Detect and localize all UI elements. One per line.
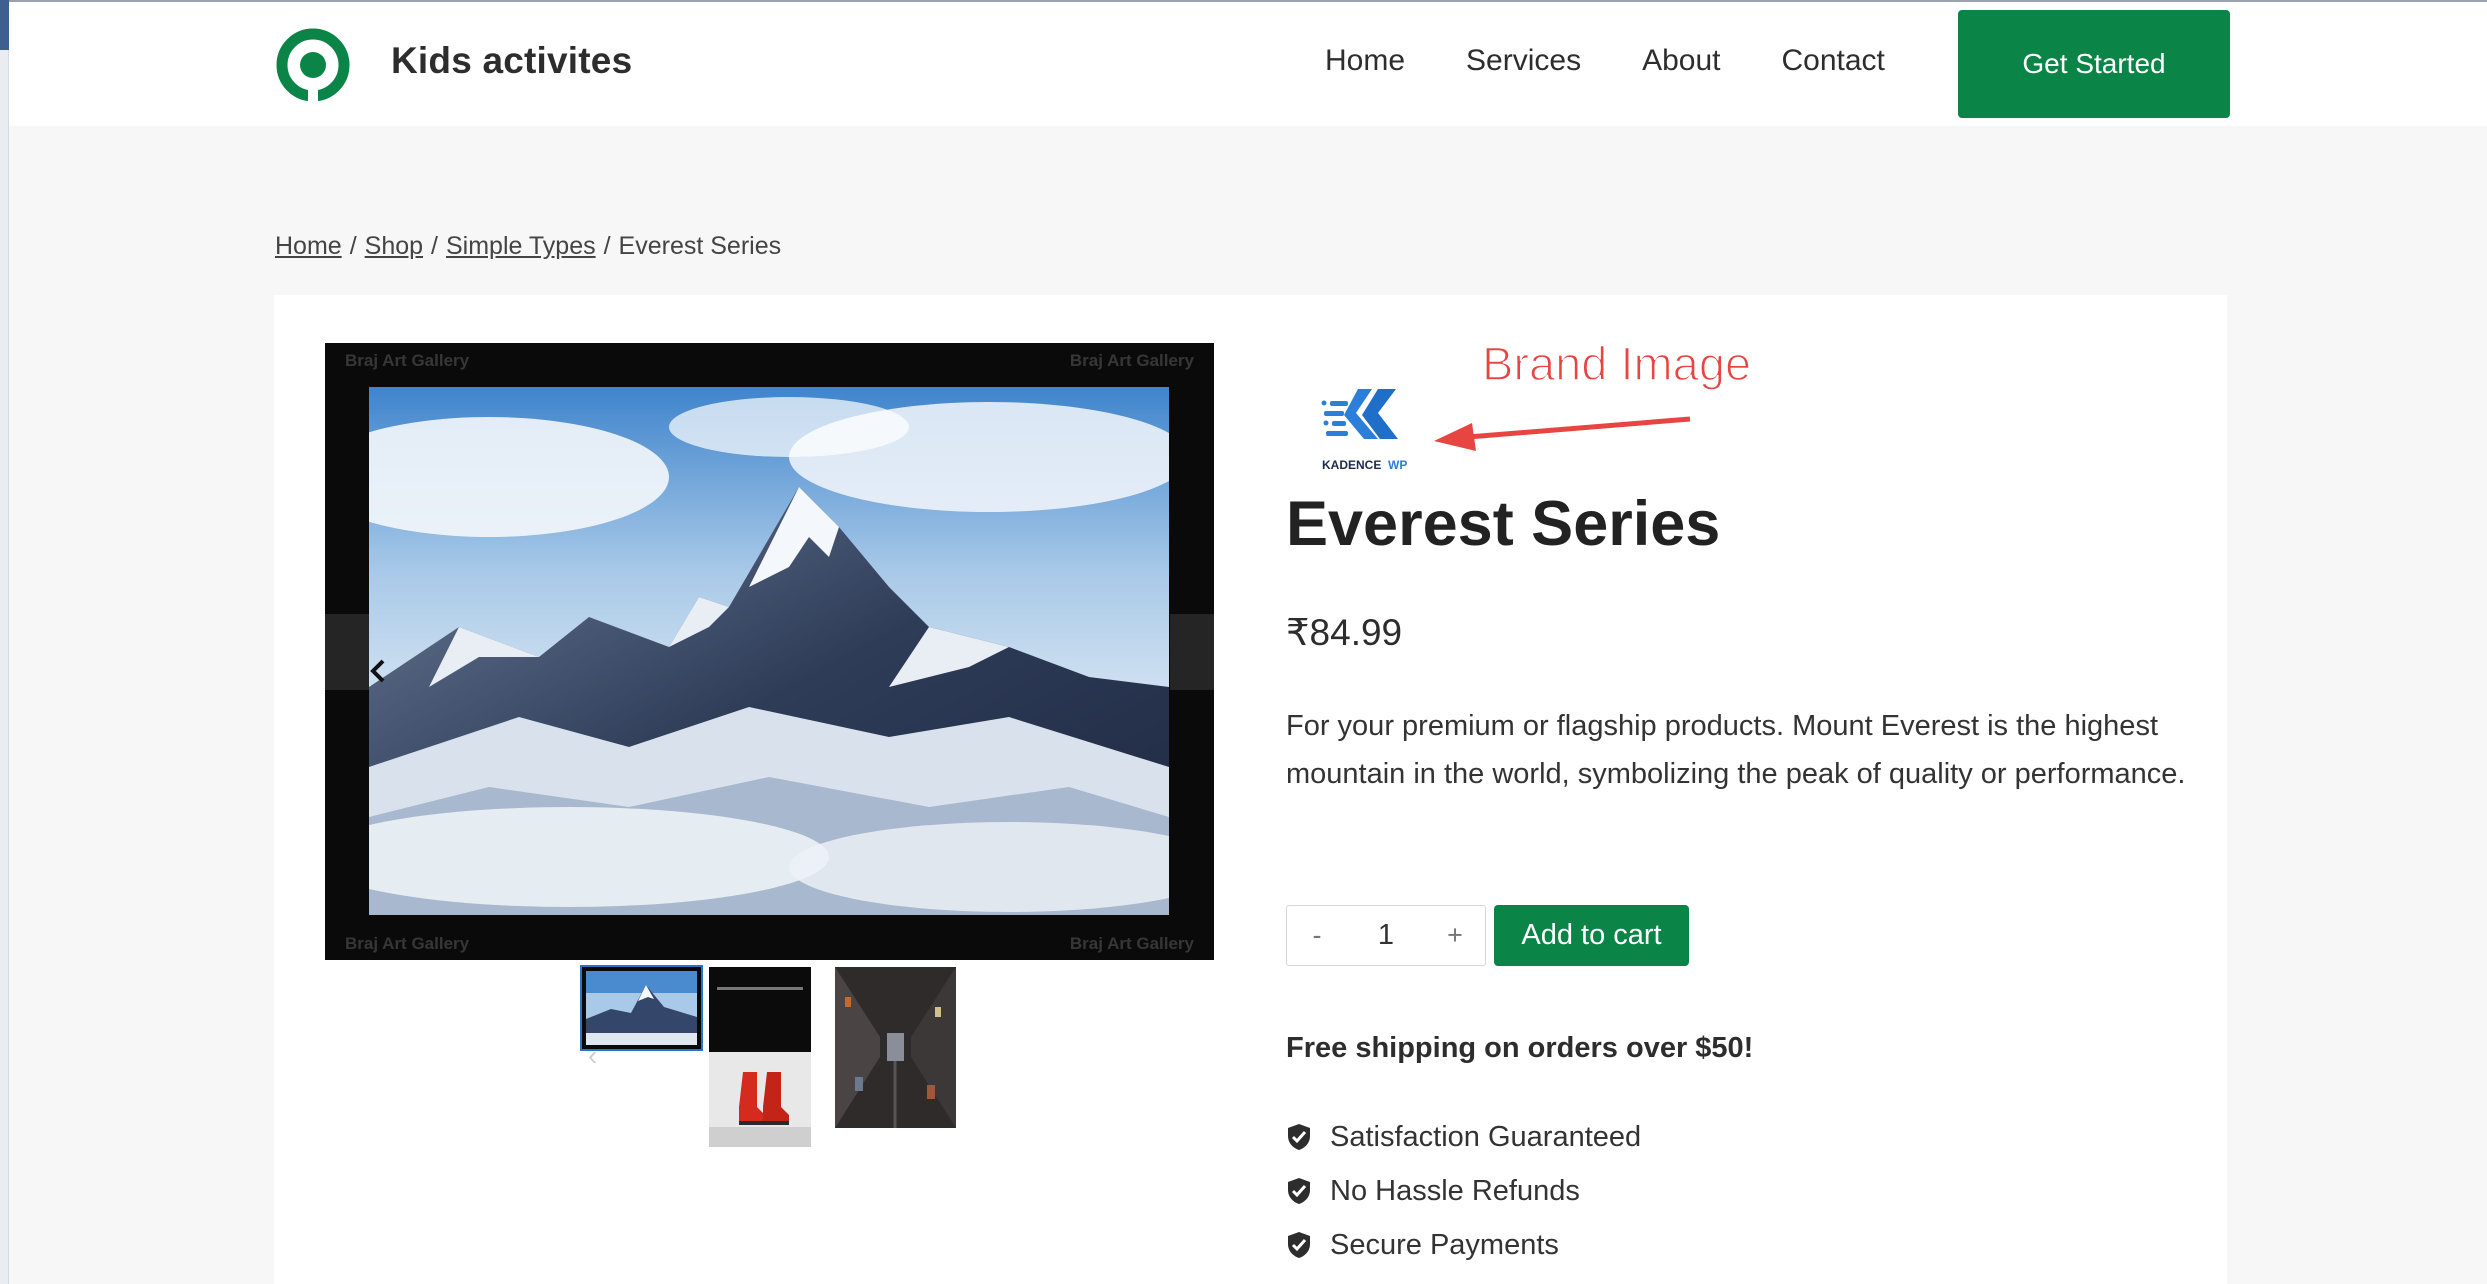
nav-about[interactable]: About (1642, 44, 1720, 78)
annotation-arrow-icon (1434, 416, 1691, 451)
product-main-image[interactable]: Braj Art Gallery Braj Art Gallery Braj A… (325, 343, 1214, 960)
gallery-next-button[interactable] (1170, 614, 1214, 690)
quantity-decrease-button[interactable]: - (1287, 920, 1347, 951)
brand-wordmark-suffix: WP (1388, 458, 1407, 472)
site-header: Kids activites Home Services About Conta… (9, 2, 2487, 126)
watermark: Braj Art Gallery (345, 934, 470, 953)
shield-check-icon (1288, 1124, 1310, 1150)
thumbnail-prev-button[interactable]: ‹ (588, 1040, 597, 1072)
nav-home[interactable]: Home (1325, 44, 1405, 78)
feature-item: No Hassle Refunds (1286, 1164, 1641, 1218)
breadcrumb-home[interactable]: Home (275, 232, 342, 260)
feature-label: Secure Payments (1330, 1228, 1559, 1261)
chevron-left-icon (370, 659, 385, 683)
product-title: Everest Series (1286, 489, 1721, 559)
site-title[interactable]: Kids activites (391, 40, 632, 82)
breadcrumb-simple-types[interactable]: Simple Types (446, 232, 596, 260)
breadcrumb-separator: / (431, 232, 438, 260)
window-edge-accent (0, 0, 9, 50)
add-to-cart-button[interactable]: Add to cart (1494, 905, 1689, 966)
quantity-input[interactable]: 1 (1347, 919, 1425, 952)
breadcrumb: Home / Shop / Simple Types / Everest Series (275, 232, 781, 261)
thumbnail-city[interactable] (835, 967, 956, 1128)
kadence-wp-brand-image[interactable]: KADENCE WP (1320, 385, 1410, 477)
watermark: Braj Art Gallery (1069, 934, 1194, 953)
feature-item: Secure Payments (1286, 1218, 1641, 1272)
thumbnail-everest[interactable] (580, 965, 703, 1051)
thumbnail-boots[interactable] (709, 967, 811, 1147)
shield-check-icon (1288, 1232, 1310, 1258)
feature-label: Satisfaction Guaranteed (1330, 1120, 1642, 1153)
window-left-edge (0, 0, 9, 1284)
annotation-label: Brand Image (1481, 336, 1752, 391)
quantity-increase-button[interactable]: + (1425, 920, 1485, 951)
watermark: Braj Art Gallery (1069, 351, 1194, 370)
nav-contact[interactable]: Contact (1781, 44, 1884, 78)
site-logo-icon[interactable] (275, 27, 351, 103)
gallery-prev-button[interactable] (325, 614, 385, 690)
breadcrumb-separator: / (349, 232, 357, 260)
everest-mountain-thumbnail (586, 971, 697, 1045)
feature-item: Satisfaction Guaranteed (1286, 1110, 1641, 1164)
quantity-stepper: - 1 + (1286, 905, 1486, 966)
watermark: Braj Art Gallery (345, 351, 470, 370)
shield-check-icon (1288, 1178, 1310, 1204)
red-boots-thumbnail (709, 967, 811, 1147)
breadcrumb-shop[interactable]: Shop (365, 232, 423, 260)
feature-label: No Hassle Refunds (1330, 1174, 1580, 1207)
shipping-note: Free shipping on orders over $50! (1286, 1032, 1754, 1064)
mountain-photo (369, 387, 1169, 915)
nav-services[interactable]: Services (1466, 44, 1581, 78)
product-description: For your premium or flagship products. M… (1286, 710, 2186, 790)
main-nav: Home Services About Contact (1325, 44, 1885, 78)
product-price: ₹84.99 (1286, 612, 1403, 653)
feature-list: Satisfaction Guaranteed No Hassle Refund… (1286, 1110, 1641, 1272)
breadcrumb-current: Everest Series (618, 232, 782, 260)
city-street-thumbnail (835, 967, 956, 1128)
get-started-button[interactable]: Get Started (1958, 10, 2230, 118)
breadcrumb-separator: / (603, 232, 611, 260)
brand-wordmark: KADENCE (1322, 458, 1381, 472)
